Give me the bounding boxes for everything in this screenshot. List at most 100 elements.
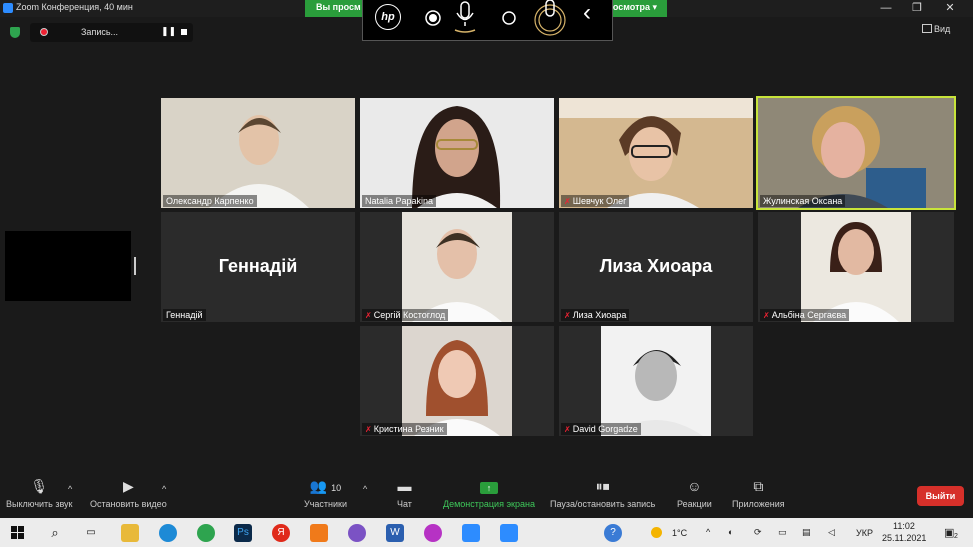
video-tile[interactable]: Natalia Papakina [360,98,554,208]
muted-mic-icon: ✗ [564,197,571,206]
view-button[interactable]: Вид [922,24,950,34]
notifications-icon[interactable]: ▣ [944,526,954,539]
view-button-label: Вид [934,24,951,34]
pause-stop-recording-icon: ⏸⏹ [595,478,610,494]
share-screen-icon: ↑ [443,478,535,494]
tray-sync-icon[interactable]: ⟳ [754,527,762,538]
zoom-taskbar-icon[interactable] [462,524,480,542]
video-tile-active-speaker[interactable]: Жулинская Оксана [756,96,956,210]
circle-button-icon[interactable] [499,8,519,28]
stop-recording-icon[interactable] [181,29,187,35]
participant-display-name: Лиза Хиоара [599,256,713,276]
video-tile-no-video[interactable]: Лиза Хиоара ✗ Лиза Хиоара [559,212,753,322]
participants-icon: 👥 [309,478,328,494]
word-icon[interactable]: W [386,524,404,542]
input-language[interactable]: УКР [856,528,873,538]
share-screen-button[interactable]: ↑ Демонстрация экрана [443,478,535,509]
stop-video-button[interactable]: ▶ Остановить видео [90,478,167,509]
task-view-icon[interactable]: ▭ [82,524,100,542]
video-options-chevron-icon[interactable]: ^ [162,484,166,494]
recording-dot-icon [40,28,48,36]
microphone-icon[interactable] [451,0,479,34]
photoshop-icon[interactable]: Ps [234,524,252,542]
participant-video [402,212,512,322]
participant-video [559,98,753,208]
shared-screen-thumbnail[interactable] [5,231,131,301]
participant-video [360,98,554,208]
participant-video [758,98,954,208]
minimize-button[interactable]: — [871,1,901,16]
restore-button[interactable]: ❐ [902,1,932,16]
view-options-dropdown[interactable]: росмотра ▾ [607,2,657,13]
battery-icon[interactable]: ▭ [778,527,787,538]
hp-overlay-toolbar: hp ‹ [362,0,613,41]
network-icon[interactable]: ▤ [802,527,811,538]
video-tile-no-video[interactable]: Геннадій Геннадій [161,212,355,322]
file-explorer-icon[interactable] [121,524,139,542]
participants-options-chevron-icon[interactable]: ^ [363,484,367,494]
record-target-icon[interactable] [423,8,443,28]
participant-name: ✗ David Gorgadze [561,423,641,435]
clock-date[interactable]: 25.11.2021 [882,533,926,543]
recording-label: Запись... [81,27,119,37]
weather-temperature[interactable]: 1°C [672,528,687,538]
meeting-toolbar: 🎙 Выключить звук ^ ▶ Остановить видео ^ 👥 … [0,472,973,516]
video-tile[interactable]: ✗ David Gorgadze [559,326,753,436]
audio-options-chevron-icon[interactable]: ^ [68,484,72,494]
microphone-icon: 🎙 [30,478,49,494]
windows-start-icon[interactable] [11,526,24,539]
tray-app-icon[interactable]: ◐ [728,527,733,537]
video-camera-icon: ▶ [122,478,134,494]
participant-name: Олександр Карпенко [163,195,257,207]
participants-button[interactable]: 👥 10 Участники [304,478,347,509]
help-icon[interactable]: ? [604,524,622,542]
muted-mic-icon: ✗ [564,311,571,320]
participant-name: Геннадій [163,309,206,321]
weather-sun-icon[interactable] [651,527,662,538]
muted-mic-icon: ✗ [365,425,372,434]
participants-count: 10 [331,483,342,493]
chat-bubble-icon: ▬ [397,478,412,494]
volume-icon[interactable]: ◁ [828,527,835,538]
record-control-button[interactable]: ⏸⏹ Пауза/остановить запись [550,478,655,509]
chat-button[interactable]: ▬ Чат [397,478,412,509]
video-tile[interactable]: ✗ Альбіна Сергаєва [758,212,954,322]
apps-button[interactable]: ⧉ Приложения [732,478,785,509]
close-button[interactable]: ✕ [935,1,965,16]
collapse-chevron-icon[interactable]: ‹ [583,0,591,27]
microphone-focus-icon[interactable] [531,0,569,36]
clock-time[interactable]: 11:02 [893,521,915,531]
viber-icon[interactable] [348,524,366,542]
zoom-logo-icon [3,3,13,13]
apps-icon: ⧉ [753,478,764,494]
edge-browser-icon[interactable] [159,524,177,542]
search-icon[interactable]: ⌕ [46,524,64,542]
participant-name: Жулинская Оксана [760,195,846,207]
participant-name: ✗ Альбіна Сергаєва [760,309,850,321]
leave-meeting-button[interactable]: Выйти [917,486,964,506]
thumbnail-resize-handle[interactable] [134,257,136,275]
participant-display-name: Геннадій [218,256,298,276]
participant-video [801,212,911,322]
yandex-browser-icon[interactable]: Я [272,524,290,542]
reactions-button[interactable]: ☺ Реакции [677,478,712,509]
opera-browser-icon[interactable] [424,524,442,542]
emoji-icon: ☺ [687,478,702,494]
pause-recording-icon[interactable]: ❚❚ [161,26,176,37]
security-shield-icon[interactable] [10,27,20,38]
muted-mic-icon: ✗ [763,311,770,320]
mute-button[interactable]: 🎙 Выключить звук [6,478,73,509]
zoom-meeting-taskbar-icon[interactable] [500,524,518,542]
video-tile[interactable]: ✗ Кристина Резник [360,326,554,436]
muted-mic-icon: ✗ [365,311,372,320]
participant-name: ✗ Шевчук Олег [561,195,630,207]
chrome-browser-icon[interactable] [197,524,215,542]
video-tile[interactable]: ✗ Сергій Костоглод [360,212,554,322]
notifications-count: 2 [954,533,958,540]
video-tile[interactable]: ✗ Шевчук Олег [559,98,753,208]
recording-indicator: Запись... ❚❚ [30,23,193,42]
tray-overflow-icon[interactable]: ^ [706,527,710,537]
archive-app-icon[interactable] [310,524,328,542]
video-tile[interactable]: Олександр Карпенко [161,98,355,208]
window-title: Zoom Конференция, 40 мин [16,2,133,12]
